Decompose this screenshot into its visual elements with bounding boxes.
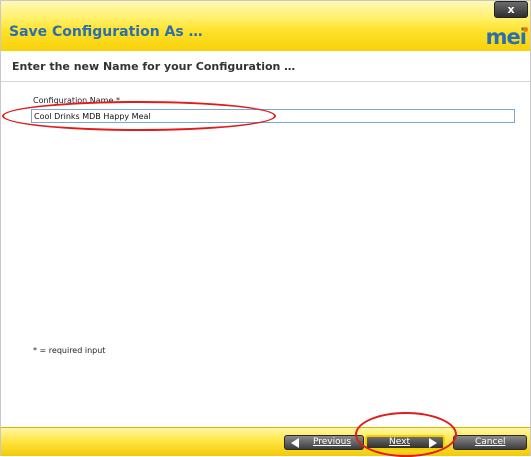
next-label: Next <box>389 437 410 447</box>
subheader: Enter the new Name for your Configuratio… <box>1 51 530 82</box>
next-button[interactable]: Next <box>365 435 445 450</box>
cancel-button[interactable]: Cancel <box>453 435 527 450</box>
configuration-name-input[interactable] <box>31 109 515 123</box>
arrow-left-icon <box>291 438 299 448</box>
dialog-subtitle: Enter the new Name for your Configuratio… <box>12 60 296 73</box>
required-input-note: * = required input <box>33 346 106 355</box>
save-configuration-dialog: Save Configuration As … x mei Enter the … <box>0 0 531 457</box>
arrow-right-icon <box>429 438 437 448</box>
footer-bar <box>1 427 530 456</box>
previous-button[interactable]: Previous <box>284 435 364 450</box>
title-bar: Save Configuration As … x mei <box>1 1 530 51</box>
close-button[interactable]: x <box>494 1 528 18</box>
cancel-label: Cancel <box>475 437 506 447</box>
previous-label: Previous <box>313 437 352 447</box>
configuration-name-label: Configuration Name * <box>33 96 120 105</box>
mei-logo: mei <box>485 25 528 49</box>
logo-text: mei <box>485 25 527 49</box>
dialog-title: Save Configuration As … <box>9 24 203 40</box>
logo-dot-icon <box>523 27 528 32</box>
